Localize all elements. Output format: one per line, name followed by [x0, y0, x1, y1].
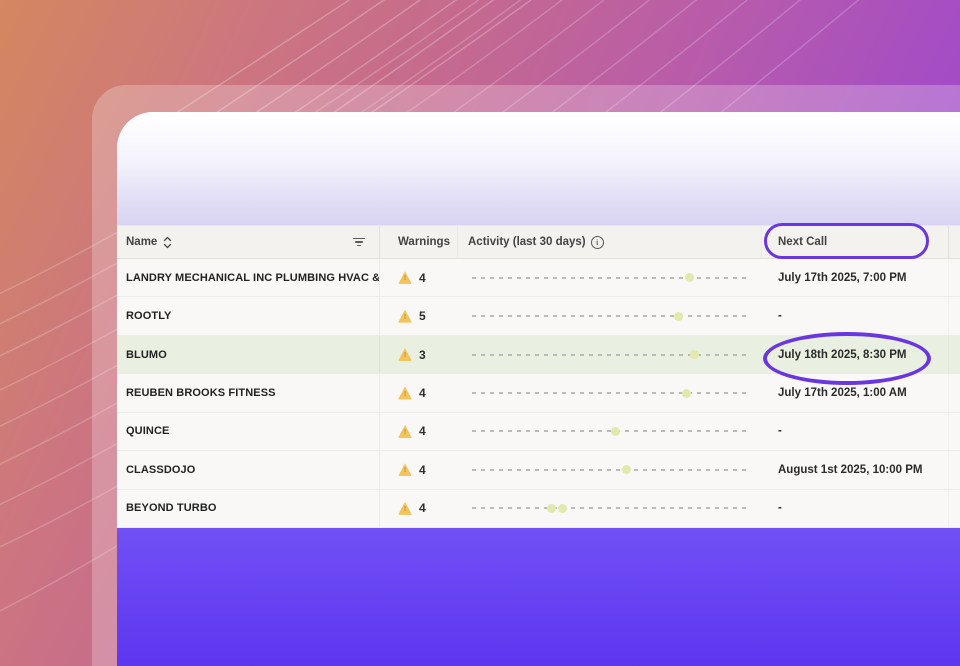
warning-triangle-icon: ! — [398, 463, 412, 477]
column-header-next-call-label: Next Call — [778, 236, 828, 248]
warnings-cell: ! 4 — [380, 413, 458, 450]
warning-count: 5 — [419, 309, 426, 324]
table-header-row: Name Warnings Activity (last 30 days) i … — [117, 225, 960, 259]
info-icon[interactable]: i — [590, 235, 604, 249]
next-call-cell: - — [778, 425, 782, 438]
next-call-cell: August 1st 2025, 10:00 PM — [778, 463, 923, 476]
column-header-warnings-label: Warnings — [398, 236, 450, 248]
activity-sparkline — [472, 503, 747, 513]
table-row[interactable]: QUINCE ! 4 - — [117, 412, 960, 452]
company-name-cell: ROOTLY — [117, 297, 380, 335]
activity-cell — [458, 259, 762, 296]
warning-triangle-icon: ! — [398, 386, 412, 400]
warning-count: 3 — [419, 347, 426, 362]
activity-cell — [458, 451, 762, 488]
warnings-cell: ! 4 — [380, 451, 458, 488]
activity-cell — [458, 413, 762, 450]
table-row[interactable]: LANDRY MECHANICAL INC PLUMBING HVAC & E … — [117, 259, 960, 298]
column-header-filler — [948, 226, 960, 258]
company-name-cell: CLASSDOJO — [117, 451, 380, 489]
activity-dot — [621, 465, 631, 475]
company-name-cell: LANDRY MECHANICAL INC PLUMBING HVAC & E — [117, 259, 380, 297]
table-row[interactable]: BEYOND TURBO ! 4 - — [117, 489, 960, 529]
activity-cell — [458, 336, 762, 373]
column-header-warnings[interactable]: Warnings — [380, 226, 458, 258]
activity-cell — [458, 374, 762, 411]
activity-dot — [610, 426, 620, 436]
table-body: LANDRY MECHANICAL INC PLUMBING HVAC & E … — [117, 259, 960, 529]
next-call-cell: July 17th 2025, 1:00 AM — [778, 387, 907, 400]
warnings-cell: ! 5 — [380, 297, 458, 334]
activity-dot — [547, 503, 557, 513]
warning-triangle-icon: ! — [398, 348, 412, 362]
marketing-screenshot: Name Warnings Activity (last 30 days) i … — [0, 0, 960, 666]
next-call-cell: - — [778, 502, 782, 515]
warnings-cell: ! 4 — [380, 490, 458, 527]
warning-triangle-icon: ! — [398, 309, 412, 323]
warning-count: 4 — [419, 386, 426, 401]
warnings-cell: ! 4 — [380, 259, 458, 296]
activity-dot — [684, 273, 694, 283]
activity-dot — [673, 311, 683, 321]
warning-count: 4 — [419, 501, 426, 516]
filler-cell — [948, 451, 960, 488]
card-top-gradient — [117, 112, 960, 225]
column-header-name-label: Name — [126, 236, 158, 248]
filler-cell — [948, 413, 960, 450]
company-name-cell: BEYOND TURBO — [117, 489, 380, 528]
next-call-cell: July 18th 2025, 8:30 PM — [778, 348, 907, 361]
warning-count: 4 — [419, 270, 426, 285]
company-name-cell: BLUMO — [117, 335, 380, 374]
company-name-cell: REUBEN BROOKS FITNESS — [117, 374, 380, 412]
activity-cell — [458, 490, 762, 527]
activity-sparkline — [472, 350, 747, 360]
filler-cell — [948, 490, 960, 527]
table-row[interactable]: REUBEN BROOKS FITNESS ! 4 July 17th 2025… — [117, 374, 960, 413]
app-window-card: Name Warnings Activity (last 30 days) i … — [117, 112, 960, 666]
warnings-cell: ! 4 — [380, 374, 458, 411]
sort-chevrons-icon[interactable] — [163, 236, 172, 249]
next-call-cell: July 17th 2025, 7:00 PM — [778, 271, 907, 284]
warning-triangle-icon: ! — [398, 424, 412, 438]
warning-triangle-icon: ! — [398, 271, 412, 285]
activity-sparkline — [472, 273, 747, 283]
filler-cell — [948, 374, 960, 411]
warning-count: 4 — [419, 462, 426, 477]
activity-sparkline — [472, 388, 747, 398]
column-header-name[interactable]: Name — [117, 226, 380, 258]
column-header-next-call[interactable]: Next Call — [762, 226, 948, 258]
filler-cell — [948, 297, 960, 334]
warning-triangle-icon: ! — [398, 501, 412, 515]
warnings-cell: ! 3 — [380, 336, 458, 373]
activity-cell — [458, 297, 762, 334]
card-bottom-purple-band — [117, 528, 960, 666]
activity-sparkline — [472, 465, 747, 475]
table-row[interactable]: BLUMO ! 3 July 18th 2025, 8:30 PM — [117, 335, 960, 375]
table-row[interactable]: CLASSDOJO ! 4 August 1st 2025, 10:00 PM — [117, 451, 960, 490]
activity-dot — [681, 388, 691, 398]
activity-sparkline — [472, 426, 747, 436]
next-call-cell: - — [778, 310, 782, 323]
activity-dot — [558, 503, 568, 513]
filler-cell — [948, 336, 960, 373]
filter-icon[interactable] — [353, 237, 365, 247]
filler-cell — [948, 259, 960, 296]
warning-count: 4 — [419, 424, 426, 439]
company-name-cell: QUINCE — [117, 412, 380, 451]
column-header-activity-label: Activity (last 30 days) — [468, 236, 586, 248]
table-row[interactable]: ROOTLY ! 5 - — [117, 297, 960, 336]
activity-sparkline — [472, 311, 747, 321]
column-header-activity[interactable]: Activity (last 30 days) i — [458, 226, 762, 258]
activity-dot — [690, 350, 700, 360]
